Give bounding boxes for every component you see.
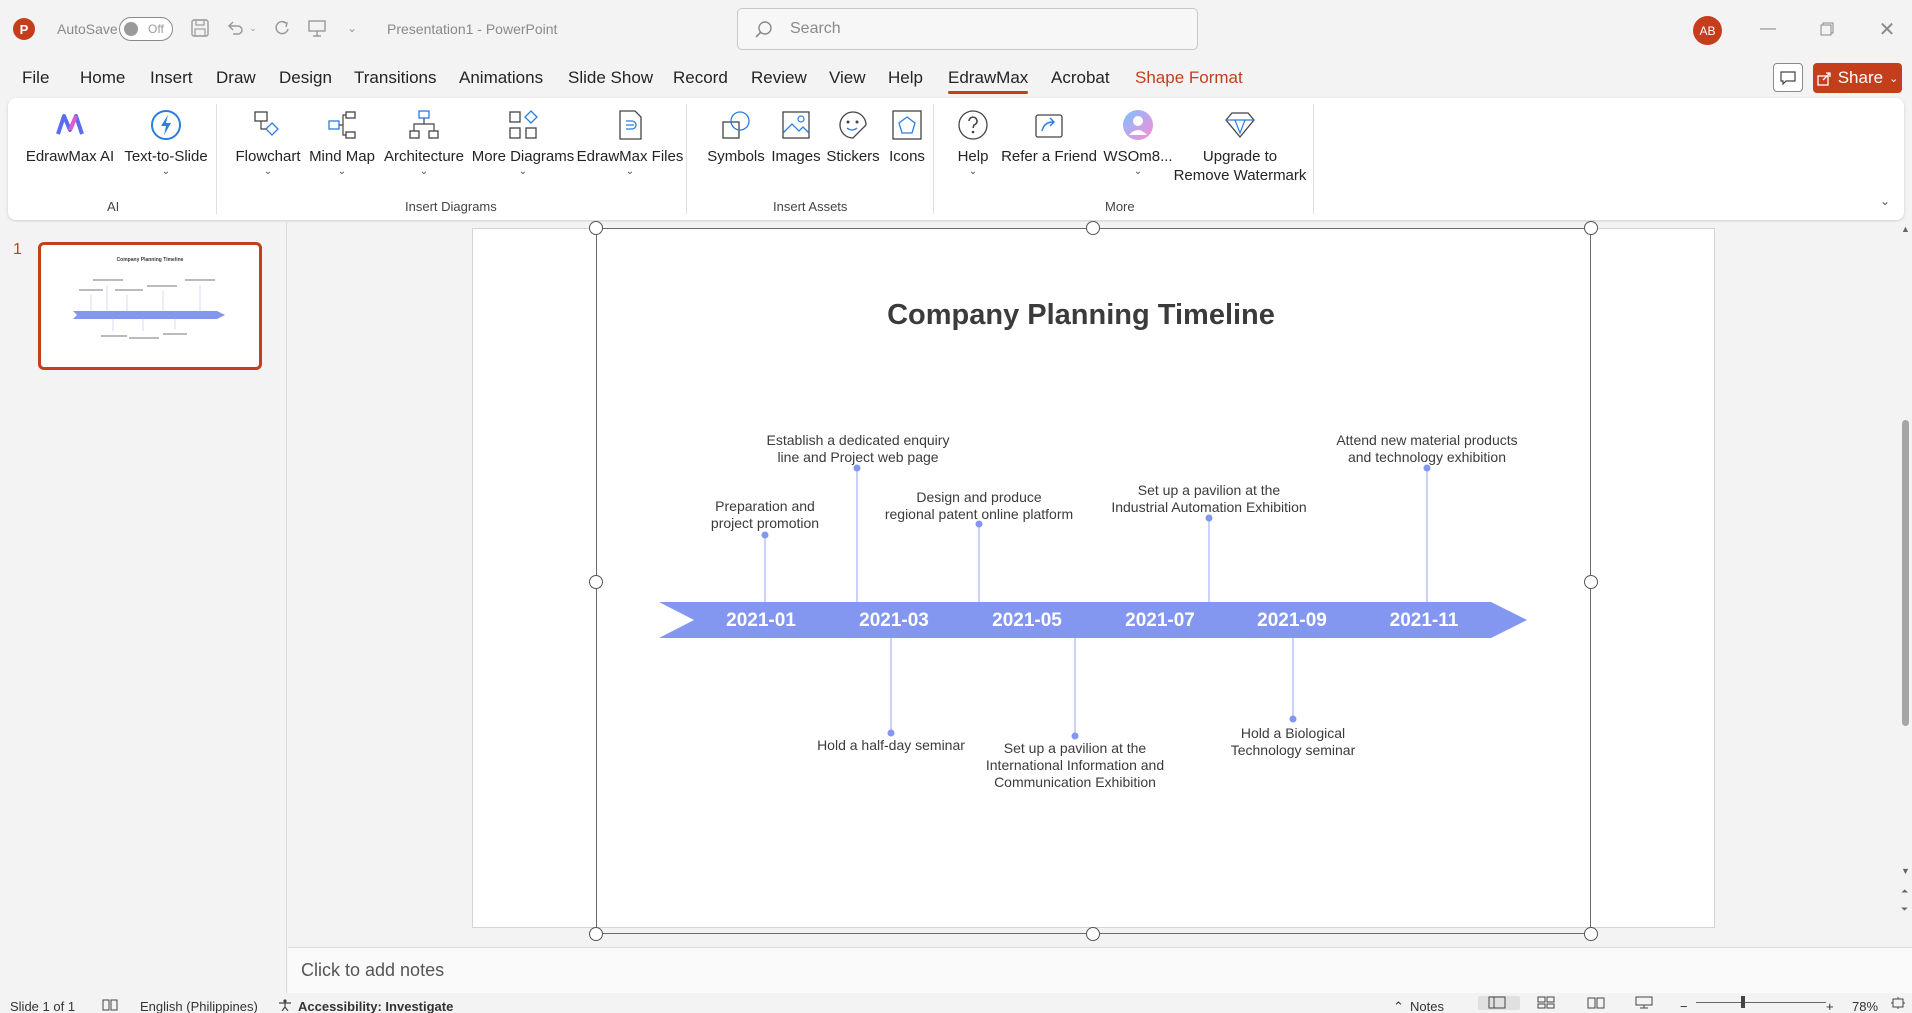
status-bar: Slide 1 of 1 English (Philippines) Acces…: [0, 993, 1912, 1013]
zoom-out-icon[interactable]: −: [1680, 999, 1688, 1013]
scrollbar-thumb[interactable]: [1902, 420, 1909, 726]
slide-sorter-icon[interactable]: [1537, 996, 1555, 1012]
resize-handle-top[interactable]: [1086, 221, 1100, 235]
scroll-up-icon[interactable]: ▲: [1901, 224, 1910, 234]
resize-handle-right[interactable]: [1584, 575, 1598, 589]
zoom-slider-thumb[interactable]: [1741, 996, 1745, 1008]
resize-handle-bottom[interactable]: [1086, 927, 1100, 941]
previous-slide-icon[interactable]: ⏶: [1901, 886, 1908, 897]
notes-pane[interactable]: Click to add notes: [288, 947, 1912, 993]
scroll-down-icon[interactable]: ▼: [1901, 866, 1910, 876]
selection-frame: [596, 228, 1591, 934]
resize-handle-top-right[interactable]: [1584, 221, 1598, 235]
language[interactable]: English (Philippines): [140, 999, 258, 1013]
resize-handle-left[interactable]: [589, 575, 603, 589]
notes-toggle-icon: ⌃: [1393, 999, 1404, 1013]
slideshow-icon[interactable]: [1635, 996, 1653, 1012]
zoom-in-icon[interactable]: +: [1826, 999, 1834, 1013]
accessibility-status[interactable]: Accessibility: Investigate: [298, 999, 453, 1013]
zoom-level[interactable]: 78%: [1852, 999, 1878, 1013]
resize-handle-top-left[interactable]: [589, 221, 603, 235]
accessibility-icon: [277, 999, 293, 1013]
normal-view-icon: [1488, 996, 1506, 1012]
fit-slide-icon[interactable]: [1890, 996, 1906, 1013]
reading-view-icon[interactable]: [1587, 996, 1605, 1012]
resize-handle-bottom-right[interactable]: [1584, 927, 1598, 941]
resize-handle-bottom-left[interactable]: [589, 927, 603, 941]
zoom-slider[interactable]: [1696, 1002, 1826, 1003]
spellcheck-icon[interactable]: [102, 999, 118, 1013]
notes-placeholder: Click to add notes: [301, 960, 445, 980]
slide-count: Slide 1 of 1: [10, 999, 76, 1013]
notes-button[interactable]: Notes: [1410, 999, 1444, 1013]
next-slide-icon[interactable]: ⏷: [1901, 904, 1908, 915]
vertical-scrollbar[interactable]: ▲ ▼ ⏶ ⏷: [1899, 222, 1912, 946]
